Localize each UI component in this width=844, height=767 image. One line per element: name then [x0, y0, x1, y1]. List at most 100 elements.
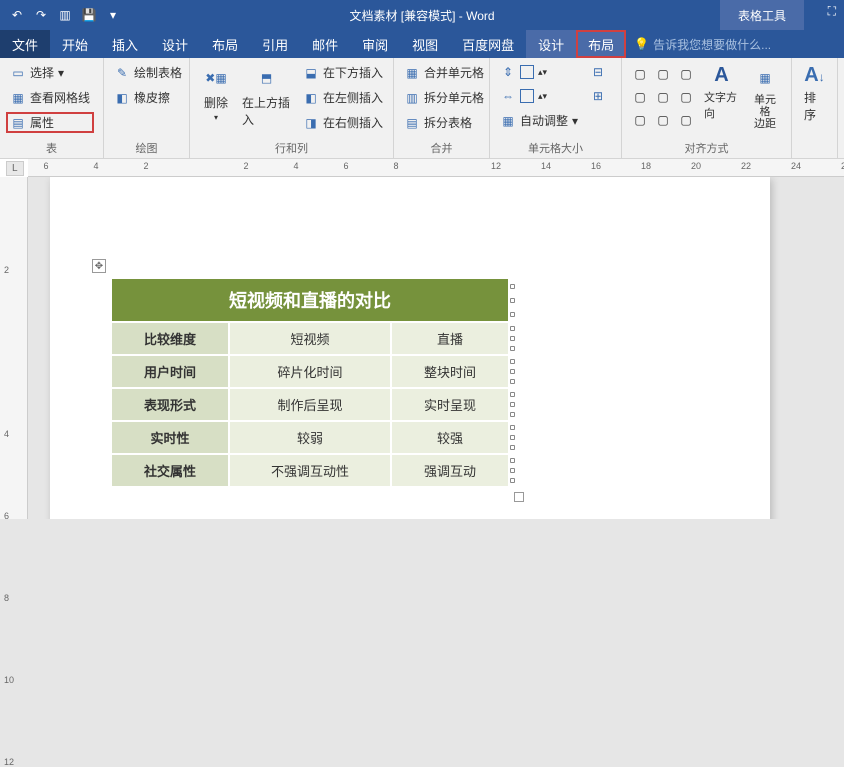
autofit-button[interactable]: ▦自动调整 ▾ [496, 110, 582, 131]
height-icon: ⇕ [500, 64, 516, 80]
menu-ctx-layout[interactable]: 布局 [576, 30, 626, 58]
group-draw-label: 绘图 [110, 138, 183, 156]
maximize-icon[interactable]: ⛶ [828, 4, 836, 19]
group-align: ▢ ▢ ▢ ▢ ▢ ▢ ▢ ▢ ▢ A 文字方向 ▦ 单元格 边距 对齐方式 [622, 58, 792, 158]
menu-mailings[interactable]: 邮件 [300, 30, 350, 58]
insert-right-button[interactable]: ◨在右侧插入 [299, 112, 387, 133]
eraser-button[interactable]: ◧橡皮擦 [110, 87, 186, 108]
sort-icon: A↓ [804, 64, 824, 87]
qat-more-button[interactable]: ▾ [102, 4, 124, 26]
menu-view[interactable]: 视图 [400, 30, 450, 58]
height-stepper[interactable]: ⇕ ▴▾ [496, 62, 582, 82]
insert-above-button[interactable]: ⬒ 在上方插入 [236, 62, 297, 138]
delete-icon: ✖▦ [202, 64, 230, 92]
row-resize-handle[interactable] [510, 389, 516, 420]
align-mr-button[interactable]: ▢ [676, 87, 696, 107]
vertical-ruler[interactable]: 24681012 [0, 177, 28, 519]
table-move-handle[interactable]: ✥ [92, 259, 106, 273]
data-cell[interactable]: 较强 [392, 422, 508, 453]
label-cell[interactable]: 用户时间 [112, 356, 228, 387]
menu-layout[interactable]: 布局 [200, 30, 250, 58]
cell-margins-button[interactable]: ▦ 单元格 边距 [745, 62, 785, 138]
insert-below-icon: ⬓ [303, 65, 319, 81]
table-row[interactable]: 比较维度短视频直播 [112, 323, 508, 354]
select-button[interactable]: ▭选择 ▾ [6, 62, 94, 83]
data-cell[interactable]: 实时呈现 [392, 389, 508, 420]
align-tl-button[interactable]: ▢ [630, 64, 650, 84]
menu-references[interactable]: 引用 [250, 30, 300, 58]
menu-review[interactable]: 审阅 [350, 30, 400, 58]
distribute-rows-button[interactable]: ⊟ [586, 62, 610, 82]
label-cell[interactable]: 实时性 [112, 422, 228, 453]
label-cell[interactable]: 表现形式 [112, 389, 228, 420]
row-resize-handle[interactable] [510, 323, 516, 354]
view-gridlines-button[interactable]: ▦查看网格线 [6, 87, 94, 108]
width-stepper[interactable]: ⇔ ▴▾ [496, 86, 582, 106]
split-table-button[interactable]: ▤拆分表格 [400, 112, 488, 133]
data-cell[interactable]: 不强调互动性 [230, 455, 390, 486]
undo-button[interactable]: ↶ [6, 4, 28, 26]
sort-button[interactable]: A↓ 排序 [798, 62, 831, 154]
menu-file[interactable]: 文件 [0, 30, 50, 58]
split-cells-button[interactable]: ▥拆分单元格 [400, 87, 488, 108]
group-merge-label: 合并 [400, 138, 483, 156]
group-table: ▭选择 ▾ ▦查看网格线 ▤属性 表 [0, 58, 104, 158]
menu-insert[interactable]: 插入 [100, 30, 150, 58]
table-container[interactable]: ✥ 短视频和直播的对比 比较维度短视频直播用户时间碎片化时间整块时间表现形式制作… [110, 277, 510, 488]
menu-baidu[interactable]: 百度网盘 [450, 30, 526, 58]
insert-below-button[interactable]: ⬓在下方插入 [299, 62, 387, 83]
align-mc-button[interactable]: ▢ [653, 87, 673, 107]
align-bl-button[interactable]: ▢ [630, 110, 650, 130]
menu-ctx-design[interactable]: 设计 [526, 30, 576, 58]
distribute-cols-button[interactable]: ⊞ [586, 86, 610, 106]
data-cell[interactable]: 较弱 [230, 422, 390, 453]
table-row[interactable]: 实时性较弱较强 [112, 422, 508, 453]
row-resize-handle[interactable] [510, 279, 516, 321]
align-tc-button[interactable]: ▢ [653, 64, 673, 84]
table-title-row[interactable]: 短视频和直播的对比 [112, 279, 508, 321]
data-cell[interactable]: 制作后呈现 [230, 389, 390, 420]
label-cell[interactable]: 比较维度 [112, 323, 228, 354]
group-rowscols: ✖▦ 删除▾ ⬒ 在上方插入 ⬓在下方插入 ◧在左侧插入 ◨在右侧插入 行和列 [190, 58, 394, 158]
dist-cols-icon: ⊞ [590, 88, 606, 104]
data-cell[interactable]: 短视频 [230, 323, 390, 354]
data-cell[interactable]: 碎片化时间 [230, 356, 390, 387]
delete-button[interactable]: ✖▦ 删除▾ [196, 62, 236, 138]
align-ml-button[interactable]: ▢ [630, 87, 650, 107]
row-resize-handle[interactable] [510, 455, 516, 486]
table-resize-handle[interactable] [514, 492, 524, 502]
tell-me-box[interactable]: 💡 告诉我您想要做什么... [626, 36, 771, 53]
redo-button[interactable]: ↷ [30, 4, 52, 26]
merge-cells-button[interactable]: ▦合并单元格 [400, 62, 488, 83]
ruler-corner[interactable]: L [6, 161, 24, 176]
menu-home[interactable]: 开始 [50, 30, 100, 58]
data-cell[interactable]: 强调互动 [392, 455, 508, 486]
table-row[interactable]: 社交属性不强调互动性强调互动 [112, 455, 508, 486]
row-resize-handle[interactable] [510, 356, 516, 387]
row-resize-handle[interactable] [510, 422, 516, 453]
grid-icon: ▦ [10, 90, 26, 106]
menu-design[interactable]: 设计 [150, 30, 200, 58]
pointer-icon: ▭ [10, 65, 26, 81]
draw-table-button[interactable]: ✎绘制表格 [110, 62, 186, 83]
new-button[interactable]: ▥ [54, 4, 76, 26]
save-button[interactable]: 💾 [78, 4, 100, 26]
table-title-cell[interactable]: 短视频和直播的对比 [112, 279, 508, 321]
insert-right-icon: ◨ [303, 115, 319, 131]
table-row[interactable]: 表现形式制作后呈现实时呈现 [112, 389, 508, 420]
horizontal-ruler[interactable]: 6422468121416182022242628303234363840424… [28, 159, 844, 177]
text-direction-button[interactable]: A 文字方向 [698, 62, 745, 138]
insert-left-button[interactable]: ◧在左侧插入 [299, 87, 387, 108]
align-br-button[interactable]: ▢ [676, 110, 696, 130]
table-row[interactable]: 用户时间碎片化时间整块时间 [112, 356, 508, 387]
data-cell[interactable]: 直播 [392, 323, 508, 354]
align-tr-button[interactable]: ▢ [676, 64, 696, 84]
document-table[interactable]: 短视频和直播的对比 比较维度短视频直播用户时间碎片化时间整块时间表现形式制作后呈… [110, 277, 510, 488]
label-cell[interactable]: 社交属性 [112, 455, 228, 486]
page: ✥ 短视频和直播的对比 比较维度短视频直播用户时间碎片化时间整块时间表现形式制作… [50, 177, 770, 519]
document-viewport[interactable]: ✥ 短视频和直播的对比 比较维度短视频直播用户时间碎片化时间整块时间表现形式制作… [28, 177, 844, 519]
align-bc-button[interactable]: ▢ [653, 110, 673, 130]
pencil-table-icon: ✎ [114, 65, 130, 81]
properties-button[interactable]: ▤属性 [6, 112, 94, 133]
data-cell[interactable]: 整块时间 [392, 356, 508, 387]
